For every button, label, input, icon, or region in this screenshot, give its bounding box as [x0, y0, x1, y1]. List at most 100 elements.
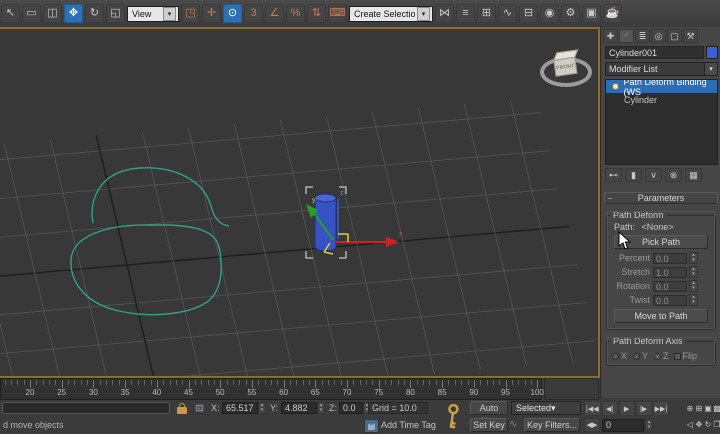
x-coord-field[interactable]: 65.517	[222, 402, 258, 414]
z-coord-field[interactable]: 0.0	[339, 402, 363, 414]
next-frame-button[interactable]: |▶	[635, 401, 652, 416]
trackbar-tick	[49, 380, 50, 385]
x-coord-spinner[interactable]: ▴ ▾	[258, 402, 266, 414]
fov-icon[interactable]: ◁	[686, 417, 694, 432]
rendered-frame-icon[interactable]: ▣	[582, 4, 601, 23]
key-mode-toggle[interactable]: ◀▶	[584, 418, 600, 432]
viewcube[interactable]: FRONT	[538, 45, 598, 95]
render-setup-icon[interactable]: ⚙	[561, 4, 580, 23]
path-spline-upper[interactable]	[91, 167, 230, 227]
window-crossing-icon[interactable]: ◫	[43, 4, 62, 23]
select-and-move-icon[interactable]: ✥	[64, 4, 83, 23]
viewcube-front-face[interactable]: FRONT	[553, 56, 578, 77]
modifier-stack: Path Deform Binding (WS Cylinder	[605, 79, 718, 165]
keyboard-override-icon[interactable]: ⌨	[328, 4, 347, 23]
axis-y-radio[interactable]: Y	[633, 351, 648, 361]
zoom-all-icon[interactable]: ⊞	[695, 401, 703, 416]
key-filters-button[interactable]: Key Filters...	[524, 418, 580, 432]
mirror-icon[interactable]: ⋈	[435, 4, 454, 23]
go-to-start-button[interactable]: |◀◀	[584, 401, 601, 416]
modifier-bulb-icon[interactable]	[612, 83, 619, 90]
object-name-field[interactable]: Cylinder001	[605, 46, 704, 59]
modifier-list-arrow-icon[interactable]: ▾	[705, 62, 718, 76]
set-keys-key-icon[interactable]	[438, 402, 466, 432]
angle-snap-icon[interactable]: ∠	[265, 4, 284, 23]
tab-display[interactable]: ▢	[667, 29, 682, 43]
select-and-scale-icon[interactable]: ◱	[106, 4, 125, 23]
align-icon[interactable]: ≡	[456, 4, 475, 23]
trackbar-tick	[93, 380, 95, 388]
remove-modifier-button[interactable]: ⊗	[665, 168, 682, 182]
zoom-extents-icon[interactable]: ▣	[704, 401, 712, 416]
play-button[interactable]: ▶	[618, 401, 635, 416]
modifier-list-dropdown[interactable]: Modifier List	[605, 62, 705, 76]
render-production-icon[interactable]: ☕	[603, 4, 622, 23]
spinner-snap-icon[interactable]: ⇅	[307, 4, 326, 23]
pin-stack-button[interactable]: ⊷	[605, 168, 622, 182]
tab-modify[interactable]: ◜	[619, 29, 634, 43]
tab-motion[interactable]: ◎	[651, 29, 666, 43]
make-unique-button[interactable]: ∨	[645, 168, 662, 182]
status-bar: ⊡ X: 65.517 ▴ ▾ Y: 4.882 ▴ ▾ Z: 0.0 ▴ ▾ Gri…	[0, 400, 720, 434]
trackbar-tick	[30, 380, 31, 388]
reference-coordinate-dropdown[interactable]: View ▾	[127, 5, 179, 22]
zoom-icon[interactable]: ⊕	[686, 401, 694, 416]
use-center-icon[interactable]: ◳	[181, 4, 200, 23]
key-filter-selected-dropdown[interactable]: Selected ▾	[511, 401, 581, 415]
path-spline-loop[interactable]	[70, 224, 222, 316]
axis-z-radio[interactable]: Z	[654, 351, 669, 361]
selection-lock-icon[interactable]	[177, 403, 188, 414]
default-in-out-tangents-icon[interactable]: ∿	[509, 419, 517, 430]
axis-x-radio[interactable]: X	[612, 351, 627, 361]
y-coord-spinner[interactable]: ▴ ▾	[317, 402, 325, 414]
snap-3d-icon[interactable]: 3	[244, 4, 263, 23]
stack-item-path-deform-binding[interactable]: Path Deform Binding (WS	[606, 80, 717, 97]
tab-utilities[interactable]: ⚒	[683, 29, 698, 43]
show-end-result-button[interactable]: ▮	[625, 168, 642, 182]
absolute-offset-toggle-icon[interactable]: ⊡	[193, 402, 206, 414]
trackbar-ruler[interactable]: 20 25 30 35 40 45 50 55 60 65 70 75 80 85 90 95 100	[0, 378, 544, 400]
pan-icon[interactable]: ✥	[695, 417, 703, 432]
select-and-rotate-icon[interactable]: ↻	[85, 4, 104, 23]
perspective-viewport[interactable]: x y z FRONT	[0, 27, 600, 378]
maxscript-mini-listener[interactable]	[2, 402, 170, 414]
snaps-toggle-icon[interactable]: ⊙	[223, 4, 242, 23]
cylinder-object[interactable]	[314, 193, 337, 252]
spinner-arrows[interactable]: ▴ ▾	[689, 294, 698, 306]
maximize-viewport-icon[interactable]: ❒	[713, 417, 720, 432]
trackbar-tick	[340, 380, 342, 385]
current-frame-field[interactable]: 0	[602, 419, 644, 432]
tab-hierarchy[interactable]: ≣	[635, 29, 650, 43]
tab-create[interactable]: ✚	[603, 29, 618, 43]
curve-editor-icon[interactable]: ∿	[498, 4, 517, 23]
spinner-arrows[interactable]: ▴ ▾	[689, 252, 698, 264]
named-selection-set-dropdown[interactable]: Create Selection Se ▾	[349, 5, 433, 22]
auto-key-button[interactable]: Auto Key	[470, 401, 508, 426]
time-tag-icon[interactable]: ▤	[364, 419, 379, 433]
spinner-arrows[interactable]: ▴ ▾	[689, 280, 698, 292]
y-coord-field[interactable]: 4.882	[281, 402, 317, 414]
viewcube-cube[interactable]: FRONT	[552, 49, 581, 78]
set-key-button[interactable]: Set Key	[470, 418, 508, 432]
select-object-icon[interactable]: ↖	[1, 4, 20, 23]
select-and-manipulate-icon[interactable]: ✛	[202, 4, 221, 23]
layer-manager-icon[interactable]: ⊞	[477, 4, 496, 23]
material-editor-icon[interactable]: ◉	[540, 4, 559, 23]
trackbar-tick	[461, 380, 463, 385]
parameters-rollout-header[interactable]: − Parameters	[604, 192, 718, 204]
spinner-arrows[interactable]: ▴ ▾	[689, 266, 698, 278]
schematic-view-icon[interactable]: ⊟	[519, 4, 538, 23]
orbit-icon[interactable]: ↻	[704, 417, 712, 432]
add-time-tag-label[interactable]: Add Time Tag	[381, 420, 436, 430]
percent-snap-icon[interactable]: %	[286, 4, 305, 23]
rect-selection-region-icon[interactable]: ▭	[22, 4, 41, 23]
zoom-extents-all-icon[interactable]: ▩	[713, 401, 720, 416]
flip-checkbox[interactable]: Flip	[673, 351, 697, 361]
move-to-path-button[interactable]: Move to Path	[614, 309, 708, 323]
previous-frame-button[interactable]: ◀|	[601, 401, 618, 416]
go-to-end-button[interactable]: ▶▶|	[652, 401, 670, 416]
object-color-swatch[interactable]	[706, 46, 718, 59]
frame-spinner[interactable]: ▴ ▾	[645, 419, 653, 431]
configure-modifier-sets-button[interactable]: ▦	[685, 168, 702, 182]
rollout-collapse-icon[interactable]: −	[605, 194, 615, 203]
